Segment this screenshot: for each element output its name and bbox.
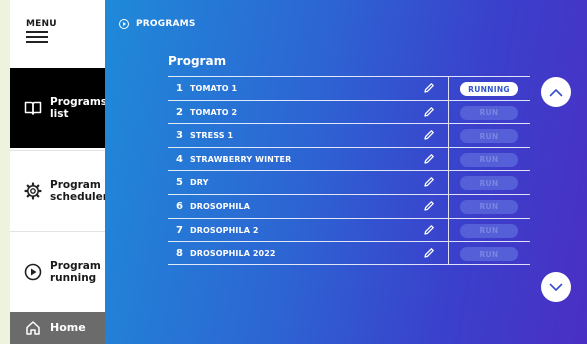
column-divider bbox=[448, 194, 449, 218]
gear-icon bbox=[23, 181, 43, 201]
run-button[interactable]: RUN bbox=[460, 223, 518, 238]
sidebar-item-label: Home bbox=[50, 321, 86, 334]
breadcrumb: PROGRAMS bbox=[119, 19, 196, 29]
column-divider bbox=[448, 124, 449, 147]
menu-button[interactable]: MENU bbox=[10, 0, 105, 68]
program-name[interactable]: STRESS 1 bbox=[190, 124, 233, 147]
program-number: 3 bbox=[176, 130, 183, 142]
pencil-icon[interactable] bbox=[423, 129, 435, 141]
program-row: 8 DROSOPHILA 2022 RUN bbox=[168, 241, 530, 265]
run-button[interactable]: RUN bbox=[460, 199, 518, 214]
program-name[interactable]: DROSOPHILA 2022 bbox=[190, 242, 276, 265]
program-column-heading: Program bbox=[168, 54, 227, 68]
program-number: 5 bbox=[176, 177, 183, 189]
pencil-icon[interactable] bbox=[423, 224, 435, 236]
program-list: 1 TOMATO 1 RUNNING 2 TOMATO 2 RUN 3 STRE… bbox=[168, 76, 530, 265]
program-row: 1 TOMATO 1 RUNNING bbox=[168, 76, 530, 100]
program-row: 3 STRESS 1 RUN bbox=[168, 123, 530, 147]
program-name[interactable]: DRY bbox=[190, 171, 208, 194]
run-button[interactable]: RUN bbox=[460, 152, 518, 167]
sidebar-item-label: Programs list bbox=[50, 96, 105, 120]
menu-label: MENU bbox=[26, 19, 57, 29]
pencil-icon[interactable] bbox=[423, 247, 435, 259]
scroll-down-button[interactable] bbox=[541, 272, 571, 302]
column-divider bbox=[448, 147, 449, 171]
program-name[interactable]: DROSOPHILA 2 bbox=[190, 219, 259, 242]
program-number: 8 bbox=[176, 248, 183, 260]
book-icon bbox=[23, 98, 43, 118]
sidebar-item-label: Program scheduler bbox=[50, 178, 105, 203]
sidebar: MENU Programs list Program scheduler Pro… bbox=[10, 0, 105, 344]
sidebar-item-home[interactable]: Home bbox=[10, 312, 105, 344]
scroll-up-button[interactable] bbox=[541, 77, 571, 107]
program-number: 1 bbox=[176, 83, 183, 94]
chevron-down-icon bbox=[549, 283, 563, 291]
column-divider bbox=[448, 171, 449, 194]
program-number: 7 bbox=[176, 224, 183, 236]
sidebar-item-program-running[interactable]: Program running bbox=[10, 231, 105, 311]
sidebar-item-programs-list[interactable]: Programs list bbox=[10, 68, 105, 148]
main-panel: PROGRAMS Program 1 TOMATO 1 RUNNING 2 TO… bbox=[105, 0, 587, 344]
sidebar-item-program-scheduler[interactable]: Program scheduler bbox=[10, 150, 105, 230]
program-number: 6 bbox=[176, 200, 183, 212]
play-circle-icon bbox=[119, 19, 129, 29]
run-button[interactable]: RUN bbox=[460, 247, 518, 262]
app-window: MENU Programs list Program scheduler Pro… bbox=[0, 0, 587, 344]
column-divider bbox=[448, 77, 449, 100]
program-row: 2 TOMATO 2 RUN bbox=[168, 99, 530, 124]
status-button[interactable]: RUNNING bbox=[460, 82, 518, 96]
run-button[interactable]: RUN bbox=[460, 129, 518, 144]
pencil-icon[interactable] bbox=[423, 200, 435, 212]
column-divider bbox=[448, 100, 449, 124]
program-row: 4 STRAWBERRY WINTER RUN bbox=[168, 146, 530, 171]
program-row: 7 DROSOPHILA 2 RUN bbox=[168, 217, 530, 242]
program-name[interactable]: DROSOPHILA bbox=[190, 195, 250, 218]
pencil-icon[interactable] bbox=[423, 106, 435, 118]
pencil-icon[interactable] bbox=[423, 176, 435, 188]
program-row: 5 DRY RUN bbox=[168, 170, 530, 194]
program-name[interactable]: STRAWBERRY WINTER bbox=[190, 148, 291, 171]
run-button[interactable]: RUN bbox=[460, 105, 518, 120]
run-button[interactable]: RUN bbox=[460, 176, 518, 191]
chevron-up-icon bbox=[549, 88, 563, 96]
program-row: 6 DROSOPHILA RUN bbox=[168, 193, 530, 218]
play-circle-icon bbox=[23, 262, 43, 282]
program-number: 4 bbox=[176, 153, 183, 165]
breadcrumb-label: PROGRAMS bbox=[136, 19, 196, 29]
pencil-icon[interactable] bbox=[423, 153, 435, 165]
column-divider bbox=[448, 242, 449, 264]
program-number: 2 bbox=[176, 106, 183, 118]
sidebar-item-label: Program running bbox=[50, 259, 101, 284]
program-name[interactable]: TOMATO 1 bbox=[190, 77, 237, 100]
program-name[interactable]: TOMATO 2 bbox=[190, 101, 237, 124]
column-divider bbox=[448, 218, 449, 242]
hamburger-icon bbox=[26, 31, 48, 43]
home-icon bbox=[23, 318, 43, 338]
pencil-icon[interactable] bbox=[423, 82, 435, 94]
